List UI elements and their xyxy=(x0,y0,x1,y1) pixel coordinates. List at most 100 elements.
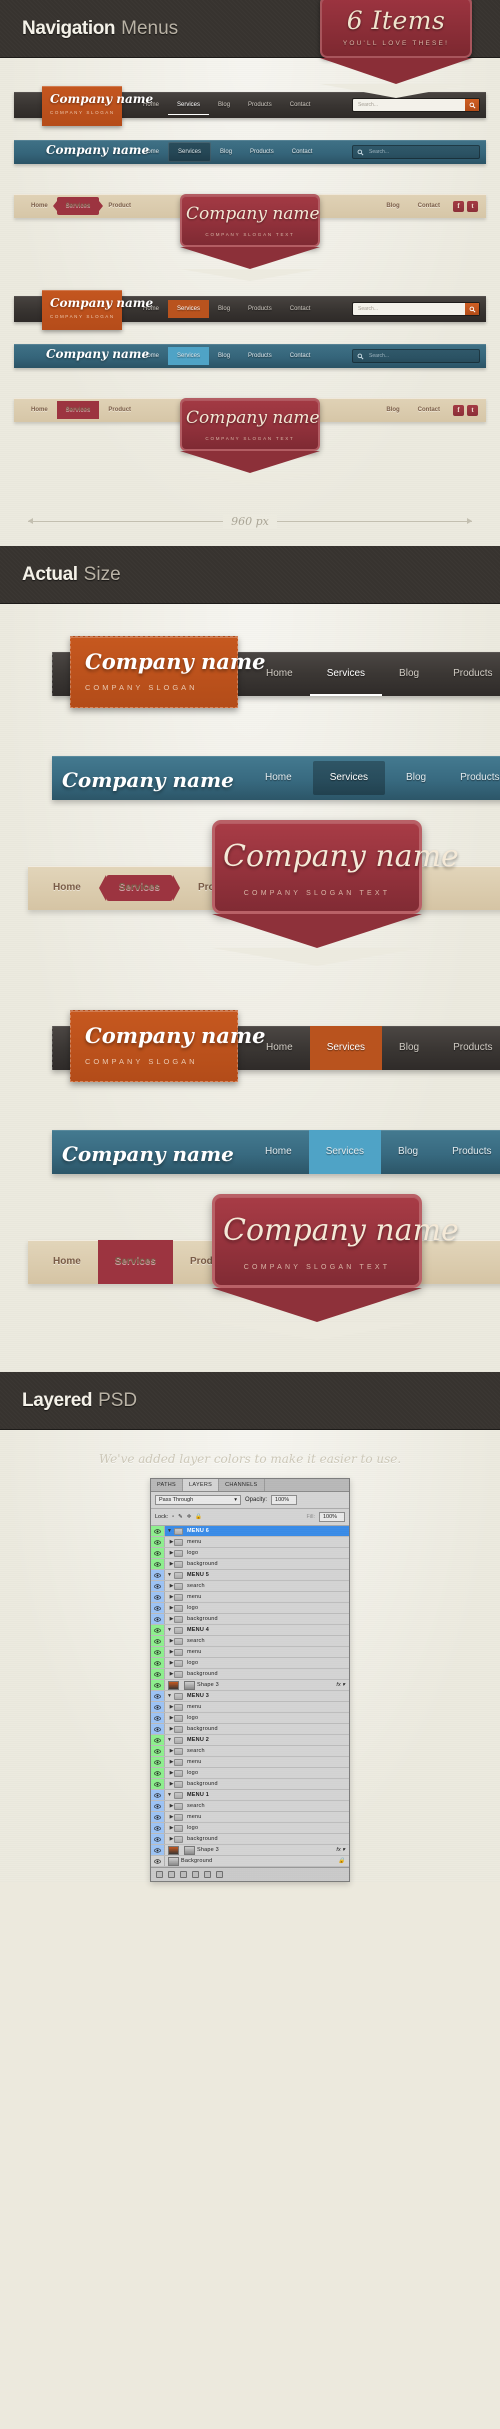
nav-link-services[interactable]: Services xyxy=(309,1026,383,1070)
disclosure-closed-icon[interactable]: ▶ xyxy=(165,1539,174,1545)
fill-input[interactable]: 100% xyxy=(319,1512,345,1522)
blend-mode-select[interactable]: Pass Through ▾ xyxy=(155,1495,241,1505)
nav-link-services[interactable]: Services xyxy=(56,197,100,215)
layer-visibility-toggle[interactable] xyxy=(151,1823,165,1833)
layer-row[interactable]: ▶ menu xyxy=(151,1647,349,1658)
layer-visibility-toggle[interactable] xyxy=(151,1691,165,1701)
nav-link-home[interactable]: Home xyxy=(248,1130,309,1174)
delete-layer-icon[interactable] xyxy=(216,1871,223,1878)
layer-row-shape[interactable]: Shape 3 fx ▾ xyxy=(151,1680,349,1691)
disclosure-closed-icon[interactable]: ▶ xyxy=(165,1605,174,1611)
search-button[interactable] xyxy=(465,303,479,315)
layer-visibility-toggle[interactable] xyxy=(151,1790,165,1800)
disclosure-closed-icon[interactable]: ▶ xyxy=(165,1803,174,1809)
disclosure-closed-icon[interactable]: ▶ xyxy=(165,1726,174,1732)
layer-visibility-toggle[interactable] xyxy=(151,1746,165,1756)
logo-block-blue[interactable]: Company name xyxy=(62,1142,234,1166)
nav-link-home[interactable]: Home xyxy=(36,866,98,910)
facebook-icon[interactable]: f xyxy=(453,200,464,212)
lock-paint-icon[interactable]: ✎ xyxy=(178,1514,183,1520)
nav-link-services[interactable]: Services xyxy=(56,401,100,419)
disclosure-closed-icon[interactable]: ▶ xyxy=(165,1715,174,1721)
nav-link-blog[interactable]: Blog xyxy=(382,652,436,696)
add-style-icon[interactable] xyxy=(168,1871,175,1878)
layer-group-row[interactable]: ▼ MENU 2 xyxy=(151,1735,349,1746)
disclosure-closed-icon[interactable]: ▶ xyxy=(165,1770,174,1776)
new-layer-icon[interactable] xyxy=(204,1871,211,1878)
disclosure-closed-icon[interactable]: ▶ xyxy=(165,1836,174,1842)
logo-block-blue[interactable]: Company name xyxy=(62,768,234,792)
layer-row[interactable]: ▶ menu xyxy=(151,1537,349,1548)
layer-row[interactable]: ▶ menu xyxy=(151,1592,349,1603)
disclosure-closed-icon[interactable]: ▶ xyxy=(165,1704,174,1710)
nav-link-home[interactable]: Home xyxy=(248,756,309,800)
disclosure-closed-icon[interactable]: ▶ xyxy=(165,1759,174,1765)
layer-row[interactable]: ▶ background xyxy=(151,1834,349,1845)
disclosure-open-icon[interactable]: ▼ xyxy=(165,1792,174,1798)
tab-layers[interactable]: LAYERS xyxy=(183,1479,220,1491)
lock-transparency-icon[interactable]: ▫ xyxy=(172,1514,174,1520)
nav-link-services[interactable]: Services xyxy=(168,347,210,365)
layer-visibility-toggle[interactable] xyxy=(151,1570,165,1580)
layer-visibility-toggle[interactable] xyxy=(151,1625,165,1635)
layer-visibility-toggle[interactable] xyxy=(151,1713,165,1723)
shield-logo[interactable]: Company name COMPANY SLOGAN TEXT xyxy=(180,398,320,473)
layer-list[interactable]: ▼ MENU 6 ▶ menu ▶ logo ▶ background ▼ MENU 5 ▶ sear… xyxy=(151,1526,349,1867)
layer-visibility-toggle[interactable] xyxy=(151,1680,165,1690)
nav-link-blog[interactable]: Blog xyxy=(389,756,443,800)
add-mask-icon[interactable] xyxy=(180,1871,187,1878)
nav-link-blog[interactable]: Blog xyxy=(211,143,241,161)
twitter-icon[interactable]: t xyxy=(467,200,478,212)
disclosure-open-icon[interactable]: ▼ xyxy=(165,1572,174,1578)
disclosure-closed-icon[interactable]: ▶ xyxy=(165,1825,174,1831)
layer-row[interactable]: ▶ logo xyxy=(151,1713,349,1724)
layer-visibility-toggle[interactable] xyxy=(151,1614,165,1624)
layer-group-row[interactable]: ▼ MENU 1 xyxy=(151,1790,349,1801)
disclosure-open-icon[interactable]: ▼ xyxy=(165,1528,174,1534)
nav-link-home[interactable]: Home xyxy=(36,1240,98,1284)
opacity-input[interactable]: 100% xyxy=(271,1495,298,1505)
layer-visibility-toggle[interactable] xyxy=(151,1845,165,1855)
disclosure-closed-icon[interactable]: ▶ xyxy=(165,1814,174,1820)
nav-link-blog[interactable]: Blog xyxy=(209,96,239,114)
nav-link-contact[interactable]: Contact xyxy=(281,300,320,318)
layer-visibility-toggle[interactable] xyxy=(151,1559,165,1569)
nav-link-home[interactable]: Home xyxy=(22,401,57,419)
nav-link-blog[interactable]: Blog xyxy=(377,401,408,419)
search-button[interactable] xyxy=(465,99,479,111)
nav-link-products[interactable]: Products xyxy=(239,96,281,114)
nav-link-blog[interactable]: Blog xyxy=(377,197,408,215)
layer-visibility-toggle[interactable] xyxy=(151,1647,165,1657)
layer-row[interactable]: ▶ menu xyxy=(151,1812,349,1823)
nav-link-contact[interactable]: Contact xyxy=(281,96,320,114)
layer-row[interactable]: ▶ search xyxy=(151,1801,349,1812)
layer-row[interactable]: ▶ menu xyxy=(151,1702,349,1713)
shield-logo[interactable]: Company name COMPANY SLOGAN TEXT xyxy=(212,1194,459,1322)
layer-row-shape[interactable]: Shape 3 fx ▾ xyxy=(151,1845,349,1856)
new-group-icon[interactable] xyxy=(192,1871,199,1878)
layer-visibility-toggle[interactable] xyxy=(151,1757,165,1767)
layer-row[interactable]: ▶ background xyxy=(151,1779,349,1790)
nav-link-services[interactable]: Services xyxy=(168,300,210,318)
nav-link-products[interactable]: Products xyxy=(443,756,500,800)
shield-logo[interactable]: Company name COMPANY SLOGAN TEXT xyxy=(212,820,459,948)
layer-fx-badge[interactable]: fx ▾ xyxy=(336,1682,349,1688)
layer-visibility-toggle[interactable] xyxy=(151,1724,165,1734)
nav-link-contact[interactable]: Contact xyxy=(281,347,320,365)
disclosure-closed-icon[interactable]: ▶ xyxy=(165,1781,174,1787)
layer-visibility-toggle[interactable] xyxy=(151,1603,165,1613)
disclosure-closed-icon[interactable]: ▶ xyxy=(165,1660,174,1666)
nav-link-blog[interactable]: Blog xyxy=(209,300,239,318)
nav-link-products[interactable]: Products xyxy=(239,347,281,365)
layer-row[interactable]: ▶ logo xyxy=(151,1768,349,1779)
nav-link-blog[interactable]: Blog xyxy=(381,1130,435,1174)
nav-link-blog[interactable]: Blog xyxy=(209,347,239,365)
layer-visibility-toggle[interactable] xyxy=(151,1801,165,1811)
disclosure-closed-icon[interactable]: ▶ xyxy=(165,1649,174,1655)
nav-link-services[interactable]: Services xyxy=(312,761,386,795)
nav-link-products[interactable]: Products xyxy=(436,652,500,696)
search-input[interactable]: Search... xyxy=(352,349,480,363)
logo-block-blue[interactable]: Company name xyxy=(38,143,157,157)
link-layers-icon[interactable] xyxy=(156,1871,163,1878)
layer-visibility-toggle[interactable] xyxy=(151,1658,165,1668)
